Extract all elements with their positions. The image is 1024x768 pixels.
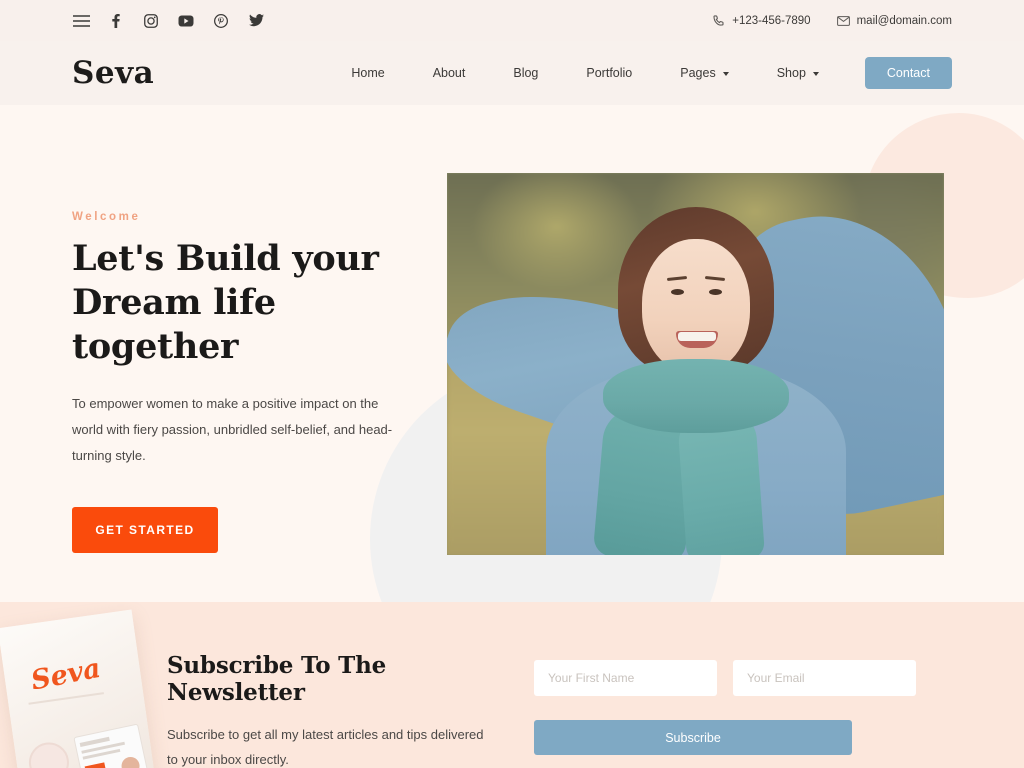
photo-mouth — [676, 331, 718, 348]
magazine-mockup: Seva — [0, 609, 158, 768]
nav-item-about[interactable]: About — [409, 66, 490, 80]
phone-info[interactable]: +123-456-7890 — [712, 14, 811, 27]
email-address: mail@domain.com — [856, 14, 952, 27]
nav-label: Home — [351, 66, 385, 80]
nav-label: Shop — [776, 66, 806, 80]
photo-teeth — [678, 332, 716, 341]
site-logo[interactable]: Seva — [72, 57, 154, 89]
coffee-cup-icon — [26, 739, 72, 768]
newsletter-copy: Subscribe To The Newsletter Subscribe to… — [167, 652, 497, 768]
hero-heading-line1: Let's Build your — [72, 238, 379, 279]
nav-item-blog[interactable]: Blog — [489, 66, 562, 80]
subscribe-button[interactable]: Subscribe — [534, 720, 852, 755]
email-input[interactable] — [733, 660, 916, 696]
chevron-down-icon — [812, 71, 819, 76]
hero-copy: Welcome Let's Build your Dream life toge… — [72, 211, 432, 554]
magazine-logo: Seva — [28, 652, 104, 697]
main-navigation: Home About Blog Portfolio Pages Shop Con… — [327, 57, 952, 89]
nav-label: Blog — [513, 66, 539, 80]
photo-face — [641, 239, 750, 373]
hamburger-menu-icon[interactable] — [70, 10, 92, 32]
hero-heading-line2: Dream life together — [72, 282, 276, 368]
nav-label: About — [432, 66, 466, 80]
nav-item-shop[interactable]: Shop — [753, 66, 843, 80]
chevron-down-icon — [722, 71, 729, 76]
tablet-swatch — [84, 762, 108, 768]
tablet-avatar — [119, 755, 142, 768]
photo-scarf — [602, 359, 789, 433]
social-links — [70, 10, 267, 32]
newsletter-input-row — [534, 660, 916, 696]
contact-button[interactable]: Contact — [864, 57, 952, 89]
newsletter-paragraph: Subscribe to get all my latest articles … — [167, 727, 484, 768]
hero-section: Welcome Let's Build your Dream life toge… — [0, 105, 1024, 602]
hero-eyebrow: Welcome — [72, 211, 141, 223]
site-header: Seva Home About Blog Portfolio Pages Sho… — [0, 41, 1024, 105]
nav-label: Pages — [680, 66, 716, 80]
first-name-input[interactable] — [534, 660, 717, 696]
email-info[interactable]: mail@domain.com — [836, 14, 952, 27]
nav-item-pages[interactable]: Pages — [656, 66, 752, 80]
instagram-icon[interactable] — [140, 10, 162, 32]
youtube-icon[interactable] — [175, 10, 197, 32]
nav-item-portfolio[interactable]: Portfolio — [562, 66, 656, 80]
hero-image — [447, 173, 944, 555]
top-bar: +123-456-7890 mail@domain.com — [0, 0, 1024, 41]
hero-paragraph: To empower women to make a positive impa… — [72, 396, 393, 464]
hero-heading: Let's Build your Dream life together — [72, 237, 432, 369]
contact-info: +123-456-7890 mail@domain.com — [712, 14, 952, 27]
photo-left-eye — [671, 289, 684, 295]
phone-number: +123-456-7890 — [732, 14, 811, 27]
twitter-icon[interactable] — [245, 10, 267, 32]
facebook-icon[interactable] — [105, 10, 127, 32]
phone-icon — [712, 14, 725, 27]
tablet-mockup — [73, 723, 153, 768]
nav-item-home[interactable]: Home — [327, 66, 408, 80]
photo-right-eye — [709, 289, 722, 295]
pinterest-icon[interactable] — [210, 10, 232, 32]
get-started-button[interactable]: GET STARTED — [72, 507, 218, 554]
newsletter-heading: Subscribe To The Newsletter — [167, 652, 387, 706]
envelope-icon — [836, 14, 850, 27]
nav-label: Portfolio — [586, 66, 633, 80]
newsletter-section: Seva Subscribe To The Newsletter Subscri… — [0, 602, 1024, 768]
newsletter-form: Subscribe — [534, 660, 916, 755]
